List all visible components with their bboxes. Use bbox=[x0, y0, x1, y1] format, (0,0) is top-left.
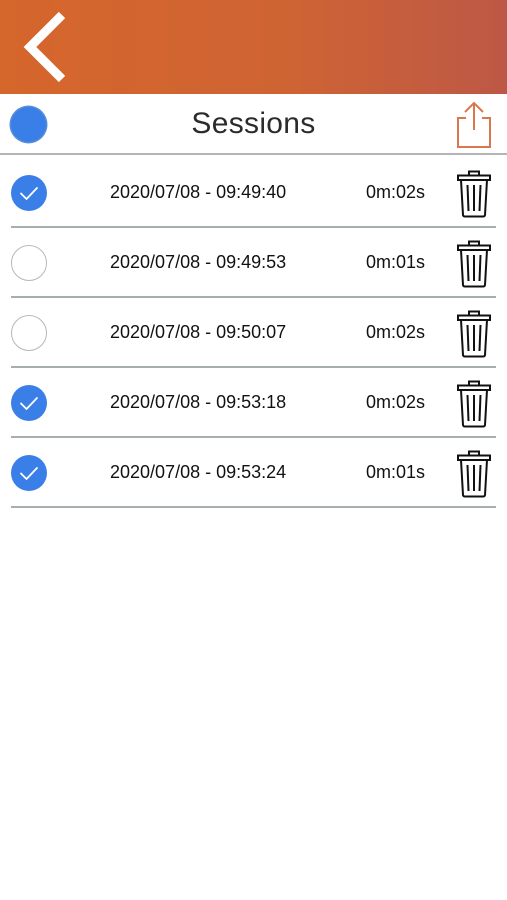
session-row[interactable]: 2020/07/08 - 09:50:07 0m:02s bbox=[0, 298, 507, 368]
checkmark-icon bbox=[20, 467, 38, 480]
share-button[interactable] bbox=[454, 100, 494, 150]
trash-icon bbox=[457, 450, 491, 498]
session-duration: 0m:02s bbox=[366, 182, 426, 202]
chevron-left-icon bbox=[23, 11, 66, 83]
session-duration: 0m:02s bbox=[366, 322, 426, 342]
session-checkbox[interactable] bbox=[11, 175, 47, 211]
session-row[interactable]: 2020/07/08 - 09:53:18 0m:02s bbox=[0, 368, 507, 438]
checkmark-icon bbox=[20, 397, 38, 410]
session-row[interactable]: 2020/07/08 - 09:49:53 0m:01s bbox=[0, 228, 507, 298]
session-checkbox[interactable] bbox=[11, 385, 47, 421]
trash-icon bbox=[457, 240, 491, 288]
session-checkbox[interactable] bbox=[11, 455, 47, 491]
session-list: 2020/07/08 - 09:49:40 0m:02s 2020/07/08 - … bbox=[0, 158, 507, 508]
trash-icon bbox=[457, 380, 491, 428]
trash-icon bbox=[457, 170, 491, 218]
session-date: 2020/07/08 - 09:50:07 bbox=[110, 322, 287, 342]
trash-icon bbox=[457, 310, 491, 358]
session-date: 2020/07/08 - 09:49:53 bbox=[110, 252, 287, 272]
session-row[interactable]: 2020/07/08 - 09:53:24 0m:01s bbox=[0, 438, 507, 508]
checkmark-icon bbox=[20, 187, 38, 200]
share-icon bbox=[457, 101, 491, 148]
delete-button[interactable] bbox=[456, 450, 492, 498]
delete-button[interactable] bbox=[456, 170, 492, 218]
session-duration: 0m:01s bbox=[366, 252, 426, 272]
session-date: 2020/07/08 - 09:49:40 bbox=[110, 182, 287, 202]
row-divider bbox=[11, 506, 496, 508]
back-button[interactable] bbox=[16, 8, 80, 86]
delete-button[interactable] bbox=[456, 380, 492, 428]
session-row[interactable]: 2020/07/08 - 09:49:40 0m:02s bbox=[0, 158, 507, 228]
delete-button[interactable] bbox=[456, 240, 492, 288]
nav-bar bbox=[0, 0, 507, 94]
session-checkbox[interactable] bbox=[11, 315, 47, 351]
header-row: Sessions bbox=[0, 94, 507, 154]
session-checkbox[interactable] bbox=[11, 245, 47, 281]
session-duration: 0m:01s bbox=[366, 462, 426, 482]
session-duration: 0m:02s bbox=[366, 392, 426, 412]
session-date: 2020/07/08 - 09:53:24 bbox=[110, 462, 287, 482]
delete-button[interactable] bbox=[456, 310, 492, 358]
session-date: 2020/07/08 - 09:53:18 bbox=[110, 392, 287, 412]
header-divider bbox=[0, 153, 507, 155]
page-title: Sessions bbox=[191, 107, 316, 140]
